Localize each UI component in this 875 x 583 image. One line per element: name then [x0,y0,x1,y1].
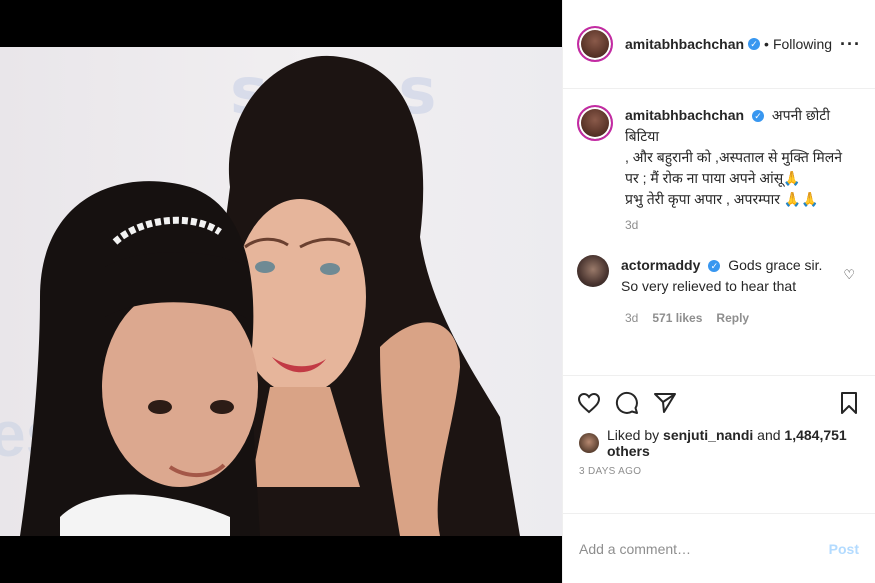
add-comment-input[interactable] [579,540,829,557]
reply-button[interactable]: Reply [716,311,749,325]
photo-illustration [20,55,520,536]
author-avatar[interactable] [577,26,613,62]
post-media-area: series es [0,0,562,583]
caption-username[interactable]: amitabhbachchan [625,107,744,123]
comment-bubble-icon[interactable] [615,391,639,415]
comments-section: amitabhbachchan ✓ अपनी छोटी बिटिया , और ब… [563,89,875,376]
save-bookmark-icon[interactable] [837,391,861,415]
verified-badge-icon: ✓ [708,260,721,272]
liker-username[interactable]: senjuti_nandi [663,427,753,443]
commenter-username[interactable]: actormaddy [621,257,700,273]
like-heart-icon[interactable] [577,391,601,415]
comment-likes[interactable]: 571 likes [652,311,702,325]
caption-author-avatar[interactable] [577,105,613,141]
caption-line: पर ; मैं रोक ना पाया अपने आंसू🙏 [625,170,801,186]
comment-age[interactable]: 3d [625,311,638,325]
post-date[interactable]: 3 DAYS AGO [563,466,875,490]
comment-item: actormaddy ✓ Gods grace sir. So very reli… [577,255,861,297]
caption-line: प्रभु तेरी कृपा अपार , अपरम्पार 🙏🙏 [625,191,819,207]
caption: amitabhbachchan ✓ अपनी छोटी बिटिया , और ब… [577,105,861,210]
caption-line: , और बहुरानी को ,अस्पताल से मुक्ति मिलने [625,149,843,165]
post-photo[interactable]: series es [0,47,562,536]
caption-age[interactable]: 3d [625,218,861,232]
like-comment-heart-icon[interactable]: ♡ [843,267,855,283]
verified-badge-icon: ✓ [752,110,765,122]
comment-meta: 3d 571 likes Reply [625,311,861,325]
share-paper-plane-icon[interactable] [653,391,677,415]
add-comment-bar: Post [563,513,875,583]
post-header: amitabhbachchan ✓ • Following ··· [563,0,875,89]
more-options-icon[interactable]: ··· [840,34,861,55]
action-bar [563,376,875,430]
following-button[interactable]: Following [773,36,832,52]
likes-prefix: Liked by [607,427,660,443]
separator-dot: • [764,36,769,52]
post-details-panel: amitabhbachchan ✓ • Following ··· amitab… [562,0,875,583]
likes-summary: Liked by senjuti_nandi and 1,484,751 oth… [563,427,875,459]
author-username[interactable]: amitabhbachchan [625,36,744,52]
likes-text: Liked by senjuti_nandi and 1,484,751 oth… [607,427,859,459]
likes-middle: and [757,427,781,443]
liker-avatar[interactable] [579,433,599,453]
caption-text: amitabhbachchan ✓ अपनी छोटी बिटिया , और ब… [625,105,861,210]
verified-badge-icon: ✓ [748,38,761,50]
post-comment-button[interactable]: Post [829,541,859,557]
comment-text: actormaddy ✓ Gods grace sir. So very reli… [621,255,841,297]
commenter-avatar[interactable] [577,255,609,287]
